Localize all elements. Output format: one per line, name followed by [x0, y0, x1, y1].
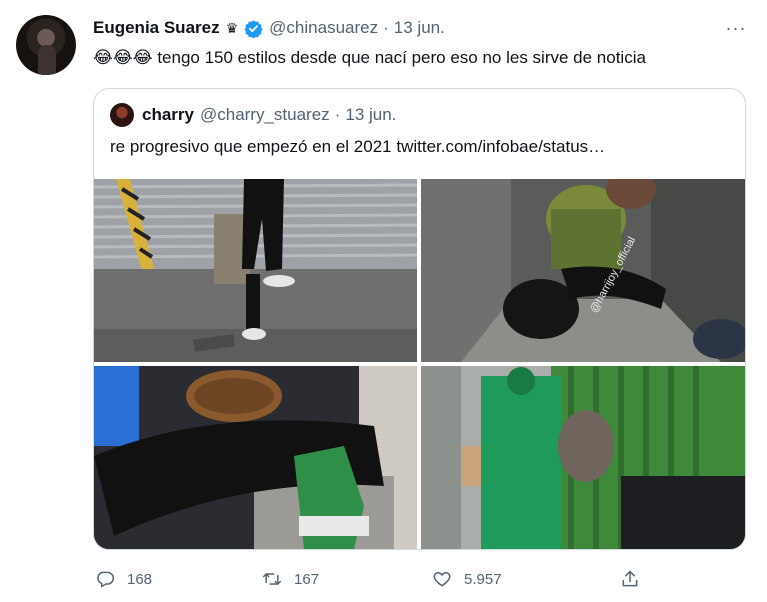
- share-action[interactable]: [620, 567, 652, 591]
- tweet-header: Eugenia Suarez ♛ @chinasuarez · 13 jun.: [93, 16, 445, 40]
- like-count: 5.957: [464, 570, 502, 588]
- media-photo-2[interactable]: @harrijoy_official: [421, 179, 745, 362]
- media-photo-4[interactable]: [421, 366, 745, 549]
- quoted-author-name: charry: [142, 105, 194, 124]
- retweet-count: 167: [294, 570, 320, 588]
- tweet-body: tengo 150 estilos desde que nací pero es…: [157, 48, 646, 67]
- quoted-tweet-text: re progresivo que empezó en el 2021 twit…: [110, 137, 606, 156]
- share-icon: [622, 570, 638, 587]
- street-photo-image: [94, 179, 417, 362]
- tweet-date[interactable]: 13 jun.: [394, 18, 445, 38]
- separator-dot: ·: [383, 18, 389, 37]
- like-action[interactable]: 5.957: [432, 567, 502, 591]
- retweet-action[interactable]: 167: [262, 567, 319, 591]
- reply-icon: [97, 571, 115, 588]
- author-name[interactable]: Eugenia Suarez: [93, 18, 220, 38]
- quoted-tweet-header: charry @charry_stuarez · 13 jun.: [110, 103, 396, 127]
- pen-photo-image: [421, 366, 745, 549]
- crown-icon: ♛: [225, 19, 239, 36]
- media-grid: @harrijoy_official: [94, 179, 745, 549]
- separator-dot: ·: [334, 105, 341, 124]
- retweet-icon: [262, 573, 282, 585]
- more-options-icon[interactable]: ···: [722, 16, 750, 40]
- media-photo-1[interactable]: [94, 179, 417, 362]
- sneaker-photo-image: [94, 366, 417, 549]
- author-avatar[interactable]: [16, 15, 76, 75]
- heart-icon: [433, 572, 451, 587]
- reply-action[interactable]: 168: [95, 567, 152, 591]
- tweet-text: 😂😂😂 tengo 150 estilos desde que nací per…: [93, 46, 646, 70]
- quoted-tweet-date: 13 jun.: [345, 105, 397, 124]
- elevator-photo-image: [421, 179, 745, 362]
- quoted-author-avatar: [110, 103, 134, 127]
- media-photo-3[interactable]: [94, 366, 417, 549]
- reply-count: 168: [127, 570, 153, 588]
- verified-badge-icon: [244, 19, 263, 38]
- quoted-tweet[interactable]: charry @charry_stuarez · 13 jun. re prog…: [93, 88, 746, 550]
- author-handle[interactable]: @chinasuarez: [269, 18, 378, 38]
- quoted-author-handle: @charry_stuarez: [199, 105, 330, 124]
- laughing-emoji: 😂😂😂: [93, 48, 153, 67]
